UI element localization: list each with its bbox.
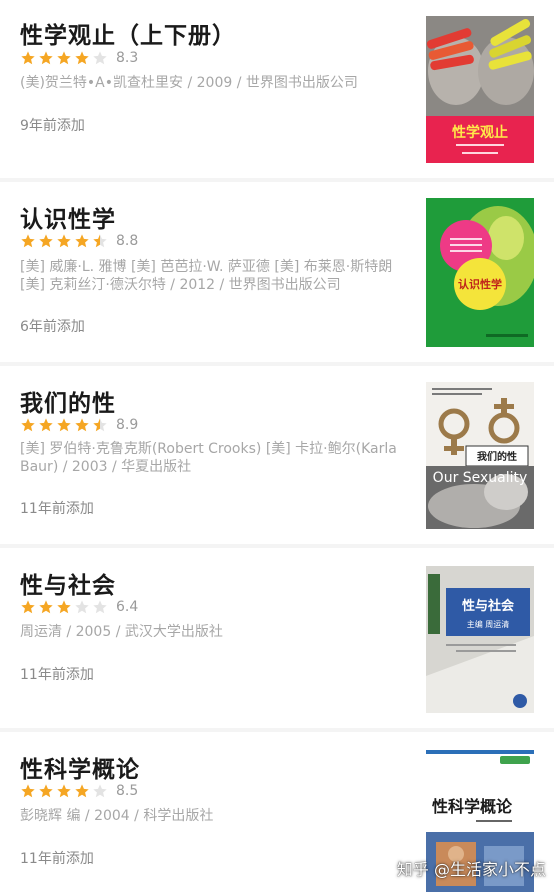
star-icon [39,51,53,65]
watermark: 知乎 @生活家小不点 [396,860,546,879]
star-rating: 8.3 [20,48,138,68]
list-item[interactable]: 性与社会 6.4 周运清 / 2005 / 武汉大学出版社 11年前添加 性与社… [0,548,554,728]
added-time: 11年前添加 [20,667,94,683]
book-title[interactable]: 我们的性 [20,384,116,418]
star-icon [21,784,35,798]
star-icon [57,51,71,65]
star-icon [75,418,89,432]
rating-score: 8.9 [116,417,139,433]
star-icon [57,418,71,432]
star-icon [21,51,35,65]
star-rating: 8.8 [20,231,138,251]
star-icon [93,51,107,65]
star-icon [39,234,53,248]
cover-image: 性与社会 主编 周运清 [426,566,534,713]
star-icon [75,600,89,614]
rating-score: 8.5 [116,783,139,799]
star-icon [21,600,35,614]
star-icon [57,784,71,798]
list-item[interactable]: 我们的性 8.9 [美] 罗伯特·克鲁克斯(Robert Crooks) [美]… [0,366,554,544]
cover-subtitle: Our Sexuality [433,470,528,486]
cover-image: 性学观止 [426,16,534,163]
star-icon [21,418,35,432]
star-icon [93,600,107,614]
book-title[interactable]: 性科学概论 [20,750,140,784]
star-rating: 6.4 [20,597,138,617]
cover-title: 认识性学 [458,277,502,291]
book-cover[interactable]: 认识性学 [426,198,534,347]
cover-title: 性与社会 [462,598,515,614]
book-meta: 彭晓辉 编 / 2004 / 科学出版社 [20,808,214,824]
star-icon [39,418,53,432]
star-rating: 8.9 [20,415,138,435]
cover-title: 性学观止 [452,124,508,141]
star-icon [57,600,71,614]
star-icon [57,234,71,248]
cover-title: 性科学概论 [432,797,513,816]
book-meta: [美] 罗伯特·克鲁克斯(Robert Crooks) [美] 卡拉·鲍尔(Ka… [20,441,397,475]
star-icon [93,418,107,432]
list-item[interactable]: 认识性学 8.8 [美] 威廉·L. 雅博 [美] 芭芭拉·W. 萨亚德 [美]… [0,182,554,362]
star-icon [39,600,53,614]
star-icon [21,234,35,248]
book-cover[interactable]: 性学观止 [426,16,534,163]
cover-image: 认识性学 [426,198,534,347]
star-icon [75,51,89,65]
star-icon [93,234,107,248]
book-title[interactable]: 认识性学 [20,200,116,234]
cover-title: 我们的性 [477,450,517,463]
book-meta: 周运清 / 2005 / 武汉大学出版社 [20,624,223,640]
star-icon [75,234,89,248]
cover-image: 我们的性 Our Sexuality [426,382,534,529]
rating-score: 8.3 [116,50,139,66]
rating-score: 6.4 [116,599,139,615]
cover-subtitle: 主编 周运清 [467,619,510,629]
book-cover[interactable]: 性与社会 主编 周运清 [426,566,534,713]
added-time: 9年前添加 [20,118,85,134]
book-meta: (美)贺兰特•A•凯查杜里安 / 2009 / 世界图书出版公司 [20,75,358,91]
star-icon [39,784,53,798]
rating-score: 8.8 [116,233,139,249]
book-title[interactable]: 性学观止（上下册） [20,16,236,50]
book-title[interactable]: 性与社会 [20,566,116,600]
star-icon [75,784,89,798]
book-cover[interactable]: 我们的性 Our Sexuality [426,382,534,529]
list-item[interactable]: 性学观止（上下册） 8.3 (美)贺兰特•A•凯查杜里安 / 2009 / 世界… [0,0,554,178]
star-icon [93,784,107,798]
star-rating: 8.5 [20,781,138,801]
added-time: 11年前添加 [20,851,94,867]
added-time: 6年前添加 [20,319,85,335]
book-meta: [美] 威廉·L. 雅博 [美] 芭芭拉·W. 萨亚德 [美] 布莱恩·斯特朗 … [20,259,393,293]
added-time: 11年前添加 [20,501,94,517]
